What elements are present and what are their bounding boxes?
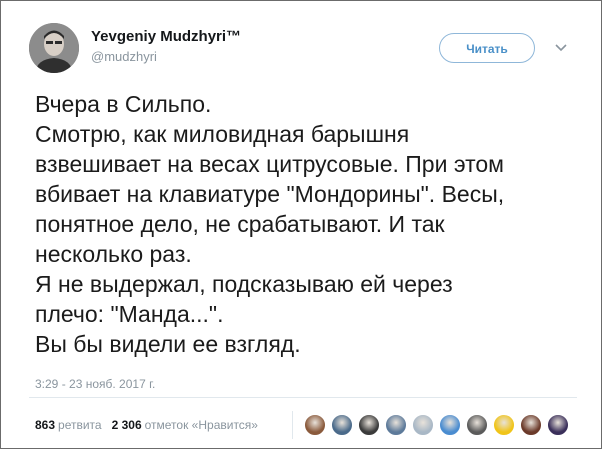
liker-avatar[interactable] — [304, 414, 326, 436]
tweet-text-line: понятное дело, не срабатывают. И так — [35, 211, 445, 237]
tweet-text-line: Я не выдержал, подсказываю ей через — [35, 271, 453, 297]
divider — [29, 397, 577, 398]
tweet-text-line: Вы бы видели ее взгляд. — [35, 331, 301, 357]
avatar-portrait-icon — [29, 23, 79, 73]
chevron-down-icon[interactable] — [553, 39, 569, 55]
author-info: Yevgeniy Mudzhyri™ @mudzhyri — [91, 28, 241, 64]
liker-avatar[interactable] — [466, 414, 488, 436]
liker-avatar[interactable] — [358, 414, 380, 436]
tweet-text-line: Вчера в Сильпо. — [35, 91, 212, 117]
liker-avatar[interactable] — [412, 414, 434, 436]
liker-avatar[interactable] — [520, 414, 542, 436]
liker-avatar[interactable] — [547, 414, 569, 436]
follow-button[interactable]: Читать — [439, 33, 535, 63]
likers-avatars — [304, 414, 574, 436]
tweet-text-line: несколько раз. — [35, 241, 192, 267]
like-label[interactable]: отметок «Нравится» — [145, 418, 258, 432]
tweet-stats: 863 ретвита 2 306 отметок «Нравится» — [35, 418, 268, 432]
liker-avatar[interactable] — [439, 414, 461, 436]
author-avatar[interactable] — [29, 23, 79, 73]
liker-avatar[interactable] — [493, 414, 515, 436]
tweet-text-line: вбивает на клавиатуре "Мондорины". Весы, — [35, 181, 505, 207]
tweet-timestamp[interactable]: 3:29 - 23 нояб. 2017 г. — [35, 377, 155, 391]
tweet-text-line: Смотрю, как миловидная барышня — [35, 121, 410, 147]
liker-avatar[interactable] — [385, 414, 407, 436]
tweet-card: Yevgeniy Mudzhyri™ @mudzhyri Читать Вчер… — [0, 0, 602, 449]
tweet-text-line: взвешивает на весах цитрусовые. При этом — [35, 151, 504, 177]
author-handle[interactable]: @mudzhyri — [91, 49, 241, 64]
tweet-text: Вчера в Сильпо. Смотрю, как миловидная б… — [35, 89, 595, 359]
liker-avatar[interactable] — [331, 414, 353, 436]
tweet-text-line: плечо: "Манда...". — [35, 301, 224, 327]
like-count[interactable]: 2 306 — [112, 418, 142, 432]
divider — [292, 411, 293, 439]
retweet-count[interactable]: 863 — [35, 418, 55, 432]
author-display-name[interactable]: Yevgeniy Mudzhyri™ — [91, 28, 241, 46]
retweet-label[interactable]: ретвита — [58, 418, 102, 432]
